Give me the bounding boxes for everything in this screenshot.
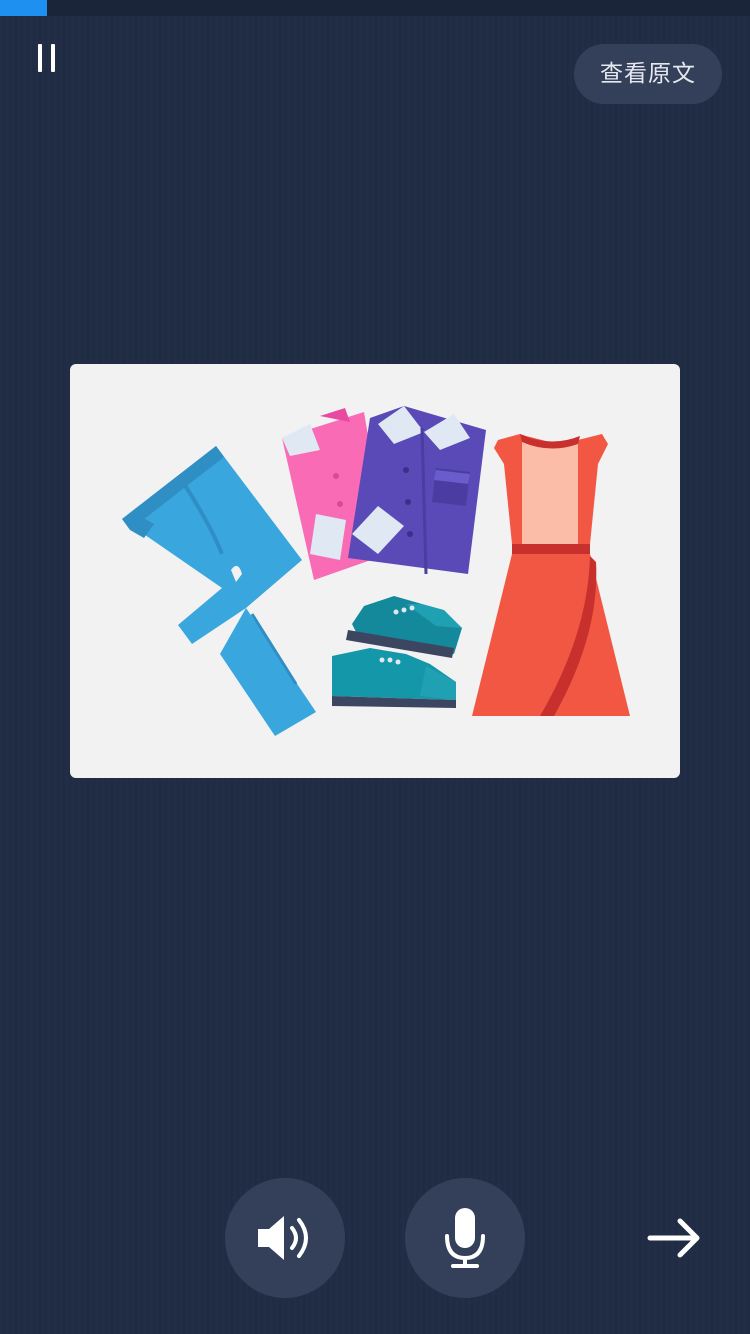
jeans-icon — [122, 446, 316, 736]
microphone-button[interactable] — [405, 1178, 525, 1298]
microphone-icon — [445, 1208, 485, 1268]
red-dress-icon — [472, 434, 630, 716]
speaker-icon — [258, 1216, 308, 1260]
next-button[interactable] — [636, 1202, 712, 1274]
progress-fill — [0, 0, 48, 16]
clothes-illustration — [70, 364, 680, 778]
progress-track — [0, 0, 750, 16]
pause-button[interactable] — [30, 38, 66, 78]
teal-shoes-icon — [332, 596, 462, 708]
view-original-button[interactable]: 查看原文 — [574, 44, 722, 104]
arrow-right-icon — [647, 1218, 700, 1258]
speaker-button[interactable] — [225, 1178, 345, 1298]
purple-shirt-icon — [348, 406, 486, 575]
